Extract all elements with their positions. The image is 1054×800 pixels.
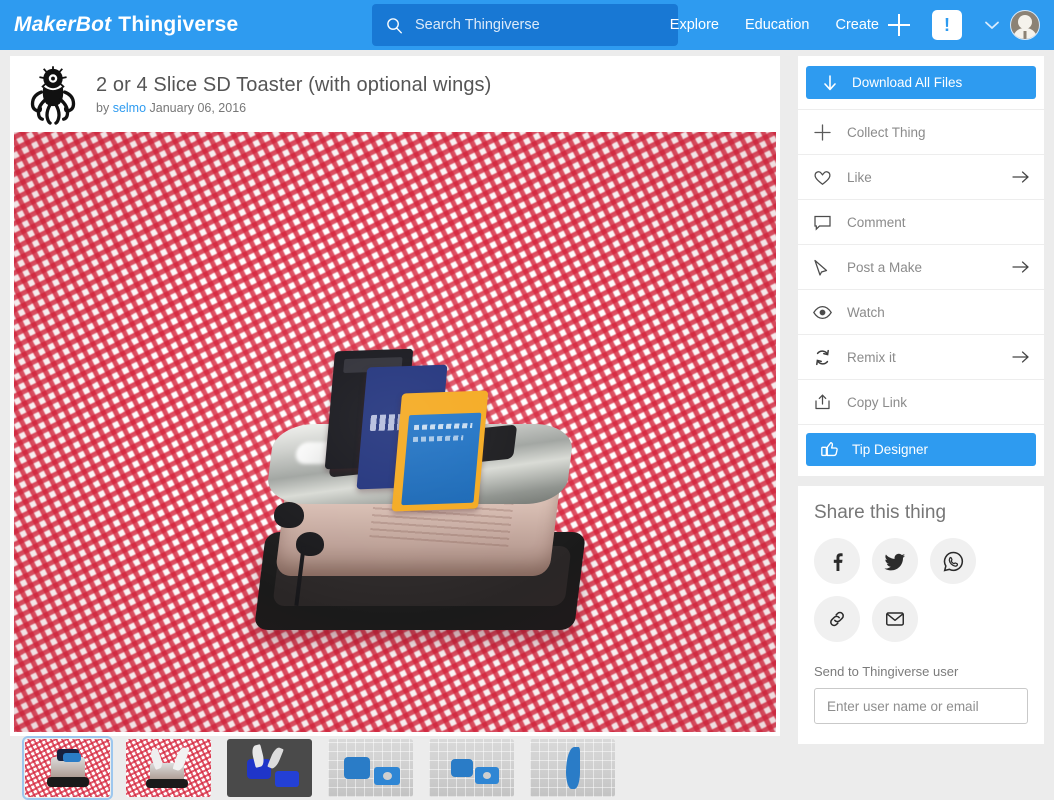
plus-icon	[814, 123, 831, 141]
action-label: Post a Make	[847, 259, 923, 275]
thumb-object-base	[47, 777, 89, 787]
make-icon	[814, 259, 828, 276]
site-header: MakerBot Thingiverse Explore Education Cr…	[0, 0, 1054, 50]
share-up-icon	[815, 394, 830, 409]
download-all-files-button[interactable]: Download All Files	[806, 66, 1036, 99]
action-label: Copy Link	[847, 394, 908, 410]
remix-icon	[816, 349, 829, 365]
nav-education[interactable]: Education	[745, 17, 810, 33]
share-panel: Share this thing Send to Thingiverse use…	[798, 486, 1044, 744]
action-copy-link[interactable]: Copy Link	[798, 379, 1044, 424]
by-word: by	[96, 100, 110, 115]
thumb-object-hole	[483, 772, 491, 779]
thing-header: 2 or 4 Slice SD Toaster (with optional w…	[10, 56, 780, 132]
eye-icon	[813, 305, 832, 319]
whatsapp-share-button[interactable]	[930, 538, 976, 584]
thing-date: January 06, 2016	[149, 100, 247, 115]
action-comment[interactable]: Comment	[798, 199, 1044, 244]
thumbs-up-icon	[821, 442, 838, 457]
chevron-down-icon[interactable]	[984, 20, 1000, 30]
send-to-user-input[interactable]	[814, 688, 1028, 724]
thing-main-panel: 2 or 4 Slice SD Toaster (with optional w…	[10, 56, 780, 736]
action-post-a-make[interactable]: Post a Make	[798, 244, 1044, 289]
link-icon	[830, 611, 844, 627]
arrow-right-icon	[1012, 171, 1029, 183]
search-icon	[387, 17, 402, 33]
email-icon	[886, 612, 904, 626]
octopus-logo-icon[interactable]	[22, 63, 84, 125]
search-input[interactable]	[415, 17, 668, 33]
thumb-object-plate	[275, 771, 299, 787]
avatar-head	[1018, 15, 1032, 29]
avatar-detail	[1023, 31, 1027, 39]
tip-wrap: Tip Designer	[798, 424, 1044, 476]
heart-icon	[814, 170, 831, 185]
email-share-button[interactable]	[872, 596, 918, 642]
thing-meta: 2 or 4 Slice SD Toaster (with optional w…	[96, 74, 491, 115]
page-title: 2 or 4 Slice SD Toaster (with optional w…	[96, 73, 492, 96]
notification-badge[interactable]: !	[932, 10, 962, 40]
thumb-object	[451, 759, 473, 777]
header-nav: Explore Education Create !	[644, 0, 1040, 50]
facebook-share-button[interactable]	[814, 538, 860, 584]
thumbnail-1[interactable]	[126, 739, 211, 797]
hero-vignette	[14, 132, 776, 732]
thumb-object-card2	[63, 753, 81, 762]
logo-makerbot: MakerBot	[14, 13, 112, 36]
send-to-user-label: Send to Thingiverse user	[814, 664, 959, 679]
logo-thingiverse: Thingiverse	[118, 13, 239, 36]
thumbnail-2[interactable]	[227, 739, 312, 797]
thumb-bg	[328, 739, 413, 797]
thing-byline: by selmo January 06, 2016	[96, 101, 491, 115]
comment-icon	[814, 215, 831, 231]
plus-icon[interactable]	[888, 14, 910, 36]
copy-link-share-button[interactable]	[814, 596, 860, 642]
share-icon-list	[814, 538, 1026, 642]
thumb-object	[344, 757, 370, 779]
action-like[interactable]: Like	[798, 154, 1044, 199]
download-wrap: Download All Files	[798, 56, 1044, 109]
action-label: Like	[847, 169, 872, 185]
thumbnail-4[interactable]	[429, 739, 514, 797]
thumb-object-wing	[566, 747, 580, 789]
thumbnail-0[interactable]	[22, 736, 113, 800]
avatar[interactable]	[1010, 10, 1040, 40]
facebook-icon	[833, 553, 843, 571]
action-remix-it[interactable]: Remix it	[798, 334, 1044, 379]
action-watch[interactable]: Watch	[798, 289, 1044, 334]
whatsapp-icon	[943, 551, 963, 572]
thumbnail-3[interactable]	[328, 739, 413, 797]
twitter-icon	[884, 553, 905, 570]
thumbnail-strip	[10, 736, 780, 800]
sidebar: Download All Files Collect Thing Like Co…	[798, 56, 1044, 744]
actions-panel: Download All Files Collect Thing Like Co…	[798, 56, 1044, 476]
action-label: Collect Thing	[847, 124, 926, 140]
author-link[interactable]: selmo	[113, 101, 146, 115]
tip-label: Tip Designer	[852, 442, 929, 457]
arrow-right-icon	[1012, 351, 1029, 363]
action-label: Watch	[847, 304, 885, 320]
site-logo[interactable]: MakerBot Thingiverse	[14, 13, 238, 37]
search-bar[interactable]	[372, 4, 678, 46]
share-title: Share this thing	[814, 502, 947, 523]
nav-explore[interactable]: Explore	[670, 17, 719, 33]
download-label: Download All Files	[852, 75, 963, 90]
hero-image[interactable]	[14, 132, 776, 732]
action-label: Remix it	[847, 349, 896, 365]
twitter-share-button[interactable]	[872, 538, 918, 584]
nav-create[interactable]: Create	[835, 17, 879, 33]
arrow-right-icon	[1012, 261, 1029, 273]
tip-designer-button[interactable]: Tip Designer	[806, 433, 1036, 466]
action-label: Comment	[847, 214, 906, 230]
thumb-object-hole	[383, 772, 392, 780]
thumbnail-5[interactable]	[530, 739, 615, 797]
thumb-object-base	[146, 779, 188, 788]
action-collect-thing[interactable]: Collect Thing	[798, 109, 1044, 154]
page-body: 2 or 4 Slice SD Toaster (with optional w…	[0, 50, 1054, 800]
download-arrow-icon	[824, 74, 836, 90]
